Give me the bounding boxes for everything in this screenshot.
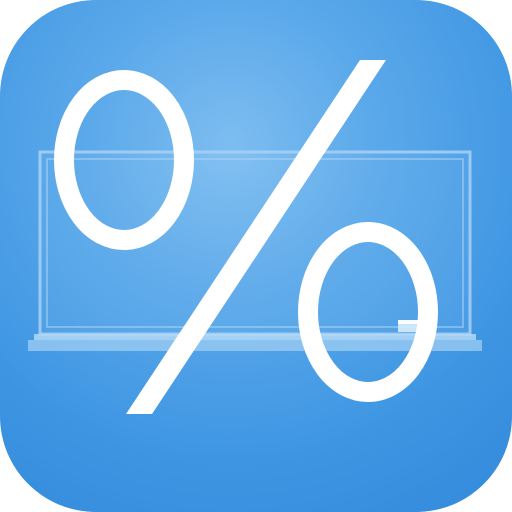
percent-board-icon [28,60,482,414]
percent-app-icon[interactable] [0,0,512,512]
canvas [0,0,512,512]
